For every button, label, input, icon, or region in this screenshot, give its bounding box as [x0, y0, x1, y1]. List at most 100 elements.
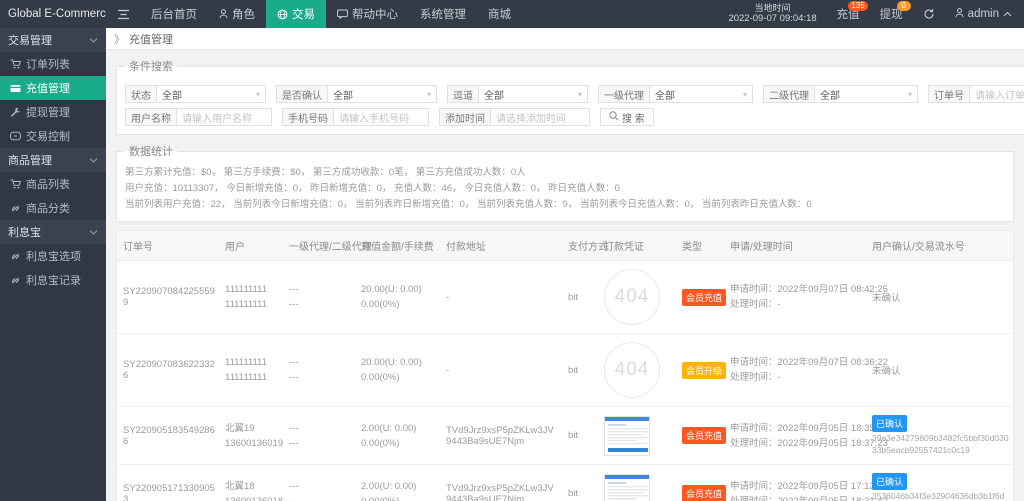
- recharge-badge: 135: [848, 1, 867, 11]
- order-no-input[interactable]: 请输入订单号: [969, 85, 1024, 103]
- cell-proof[interactable]: [598, 465, 676, 501]
- refresh-icon[interactable]: [913, 0, 945, 28]
- table-row[interactable]: SY2209070842255599 111111111 111111111 -…: [117, 261, 1013, 334]
- nav-item-system[interactable]: 系统管理: [409, 0, 477, 28]
- cell-times: 申请时间：2022年09月05日 17:13:30 处理时间：2022年09月0…: [724, 465, 866, 501]
- link-icon: [10, 251, 21, 261]
- cell-proof[interactable]: 404: [598, 261, 676, 334]
- nav-item-mall[interactable]: 商城: [477, 0, 522, 28]
- sidebar-item-label: 利息宝记录: [26, 272, 81, 288]
- sidebar-item-interest-records[interactable]: 利息宝记录: [0, 268, 106, 292]
- payment-proof-thumbnail[interactable]: [604, 416, 650, 456]
- filter-agent2[interactable]: 二级代理 全部 ▾: [763, 85, 918, 103]
- cell-address: TVd9Jrz9xsP5pZKLw3JV9443Ba9sUE7Njm: [440, 465, 562, 501]
- filter-username[interactable]: 用户名称 请输入用户名称: [125, 108, 272, 126]
- sidebar-item-interest-options[interactable]: 利息宝选项: [0, 244, 106, 268]
- sidebar-item-label: 提现管理: [26, 104, 70, 120]
- payment-proof-thumbnail[interactable]: [604, 474, 650, 501]
- sidebar-item-product-category[interactable]: 商品分类: [0, 196, 106, 220]
- filter-confirmed-value: 全部: [333, 87, 353, 102]
- cell-user-phone: 111111111: [225, 370, 279, 385]
- cell-user: 111111111 111111111: [219, 334, 283, 407]
- cell-apply-time: 申请时间：2022年09月07日 08:42:25: [730, 282, 862, 297]
- sidebar-item-order-list[interactable]: 订单列表: [0, 52, 106, 76]
- search-button[interactable]: 搜 索: [600, 108, 654, 126]
- filter-status-select[interactable]: 全部 ▾: [156, 85, 266, 103]
- filter-confirmed-select[interactable]: 全部 ▾: [327, 85, 437, 103]
- filter-username-label: 用户名称: [125, 108, 176, 126]
- nav-label: 交易: [292, 6, 315, 22]
- username-input[interactable]: 请输入用户名称: [176, 108, 272, 126]
- cell-agent1: ---: [289, 282, 351, 297]
- type-badge: 会员升级: [682, 362, 726, 379]
- filter-confirmed[interactable]: 是否确认 全部 ▾: [276, 85, 437, 103]
- chevron-up-icon: [1003, 8, 1012, 20]
- table-row[interactable]: SY2209070836223326 111111111 111111111 -…: [117, 334, 1013, 407]
- filter-status[interactable]: 状态 全部 ▾: [125, 85, 266, 103]
- confirm-status: 未确认: [872, 363, 1009, 377]
- filter-agent2-select[interactable]: 全部 ▾: [814, 85, 918, 103]
- cell-order-no: SY2209070842255599: [117, 261, 219, 334]
- local-time-value: 2022-09-07 09:04:18: [728, 14, 816, 25]
- nav-label: 后台首页: [151, 6, 197, 22]
- sidebar-item-product-list[interactable]: 商品列表: [0, 172, 106, 196]
- nav-item-role[interactable]: 角色: [208, 0, 266, 28]
- image-placeholder-404: 404: [604, 269, 660, 325]
- filter-add-time[interactable]: 添加时间 请选择添加时间: [439, 108, 590, 126]
- filter-channel-value: 全部: [484, 87, 504, 102]
- filter-channel-select[interactable]: 全部 ▾: [478, 85, 588, 103]
- search-row-2: 用户名称 请输入用户名称 手机号码 请输入手机号码 添加时间 请选择添加时间: [125, 108, 1024, 126]
- nav-label: 系统管理: [420, 6, 466, 22]
- sidebar-item-withdraw-management[interactable]: 提现管理: [0, 100, 106, 124]
- nav-item-help-center[interactable]: 帮动中心: [326, 0, 409, 28]
- filter-phone[interactable]: 手机号码 请输入手机号码: [282, 108, 429, 126]
- filter-channel[interactable]: 逗道 全部 ▾: [447, 85, 588, 103]
- top-navbar: Global E-Commerce... 后台首页 角色 交易 帮动中心: [0, 0, 1024, 28]
- cart-icon: [10, 179, 21, 189]
- add-time-input[interactable]: 请选择添加时间: [490, 108, 590, 126]
- nav-item-dashboard[interactable]: 后台首页: [140, 0, 208, 28]
- filter-phone-label: 手机号码: [282, 108, 333, 126]
- sidebar-group-interest[interactable]: 利息宝: [0, 220, 106, 244]
- tx-hash: 3536046b34f3e32904636db3b1f6d856cd3bffed…: [872, 490, 1009, 501]
- topbar-recharge-button[interactable]: 充值 135: [827, 0, 870, 28]
- phone-input[interactable]: 请输入手机号码: [333, 108, 429, 126]
- cell-pay-method: bit: [562, 465, 598, 501]
- nav-label: 角色: [232, 6, 255, 22]
- hamburger-icon[interactable]: [106, 0, 140, 28]
- th-address: 付款地址: [440, 231, 562, 261]
- cell-confirm-tx: 已确认 39e3e34279809b3482fc5bbf30d03033b5ea…: [866, 407, 1013, 465]
- cell-pay-method: bit: [562, 407, 598, 465]
- table-row[interactable]: SY2209051713309053 北翼18 13600136018 --- …: [117, 465, 1013, 501]
- th-agents: 一级代理/二级代理: [283, 231, 355, 261]
- sidebar-group-transaction[interactable]: 交易管理: [0, 28, 106, 52]
- sidebar-item-recharge-management[interactable]: 充值管理: [0, 76, 106, 100]
- cell-agents: --- ---: [283, 334, 355, 407]
- search-panel: 条件搜索 状态 全部 ▾ 是否确认 全部: [116, 58, 1024, 135]
- user-icon: [955, 8, 964, 21]
- cell-process-time: 处理时间：-: [730, 297, 862, 312]
- table-row[interactable]: SY2209051835492866 北翼19 13600136019 --- …: [117, 407, 1013, 465]
- main-area: 》 充值管理 条件搜索 状态 全部 ▾: [106, 28, 1024, 501]
- sidebar-filler: [0, 292, 106, 501]
- filter-confirmed-label: 是否确认: [276, 85, 327, 103]
- user-menu-label: admin: [968, 8, 999, 20]
- chevron-down-icon: [89, 227, 98, 237]
- sidebar-item-transaction-control[interactable]: 交易控制: [0, 124, 106, 148]
- filter-agent1[interactable]: 一级代理 全部 ▾: [598, 85, 753, 103]
- user-menu[interactable]: admin: [945, 0, 1024, 28]
- cell-confirm-tx: 未确认: [866, 261, 1013, 334]
- filter-channel-label: 逗道: [447, 85, 478, 103]
- confirm-badge: 已确认: [872, 415, 907, 432]
- sidebar-group-product[interactable]: 商品管理: [0, 148, 106, 172]
- cell-proof[interactable]: [598, 407, 676, 465]
- filter-order-no[interactable]: 订单号 请输入订单号: [928, 85, 1024, 103]
- filter-add-time-label: 添加时间: [439, 108, 490, 126]
- sidebar-item-label: 利息宝选项: [26, 248, 81, 264]
- cell-agent2: ---: [289, 494, 351, 501]
- filter-agent1-select[interactable]: 全部 ▾: [649, 85, 753, 103]
- page-content: 条件搜索 状态 全部 ▾ 是否确认 全部: [106, 50, 1024, 501]
- topbar-withdraw-button[interactable]: 提现 0: [870, 0, 913, 28]
- nav-item-transaction[interactable]: 交易: [266, 0, 326, 28]
- cell-proof[interactable]: 404: [598, 334, 676, 407]
